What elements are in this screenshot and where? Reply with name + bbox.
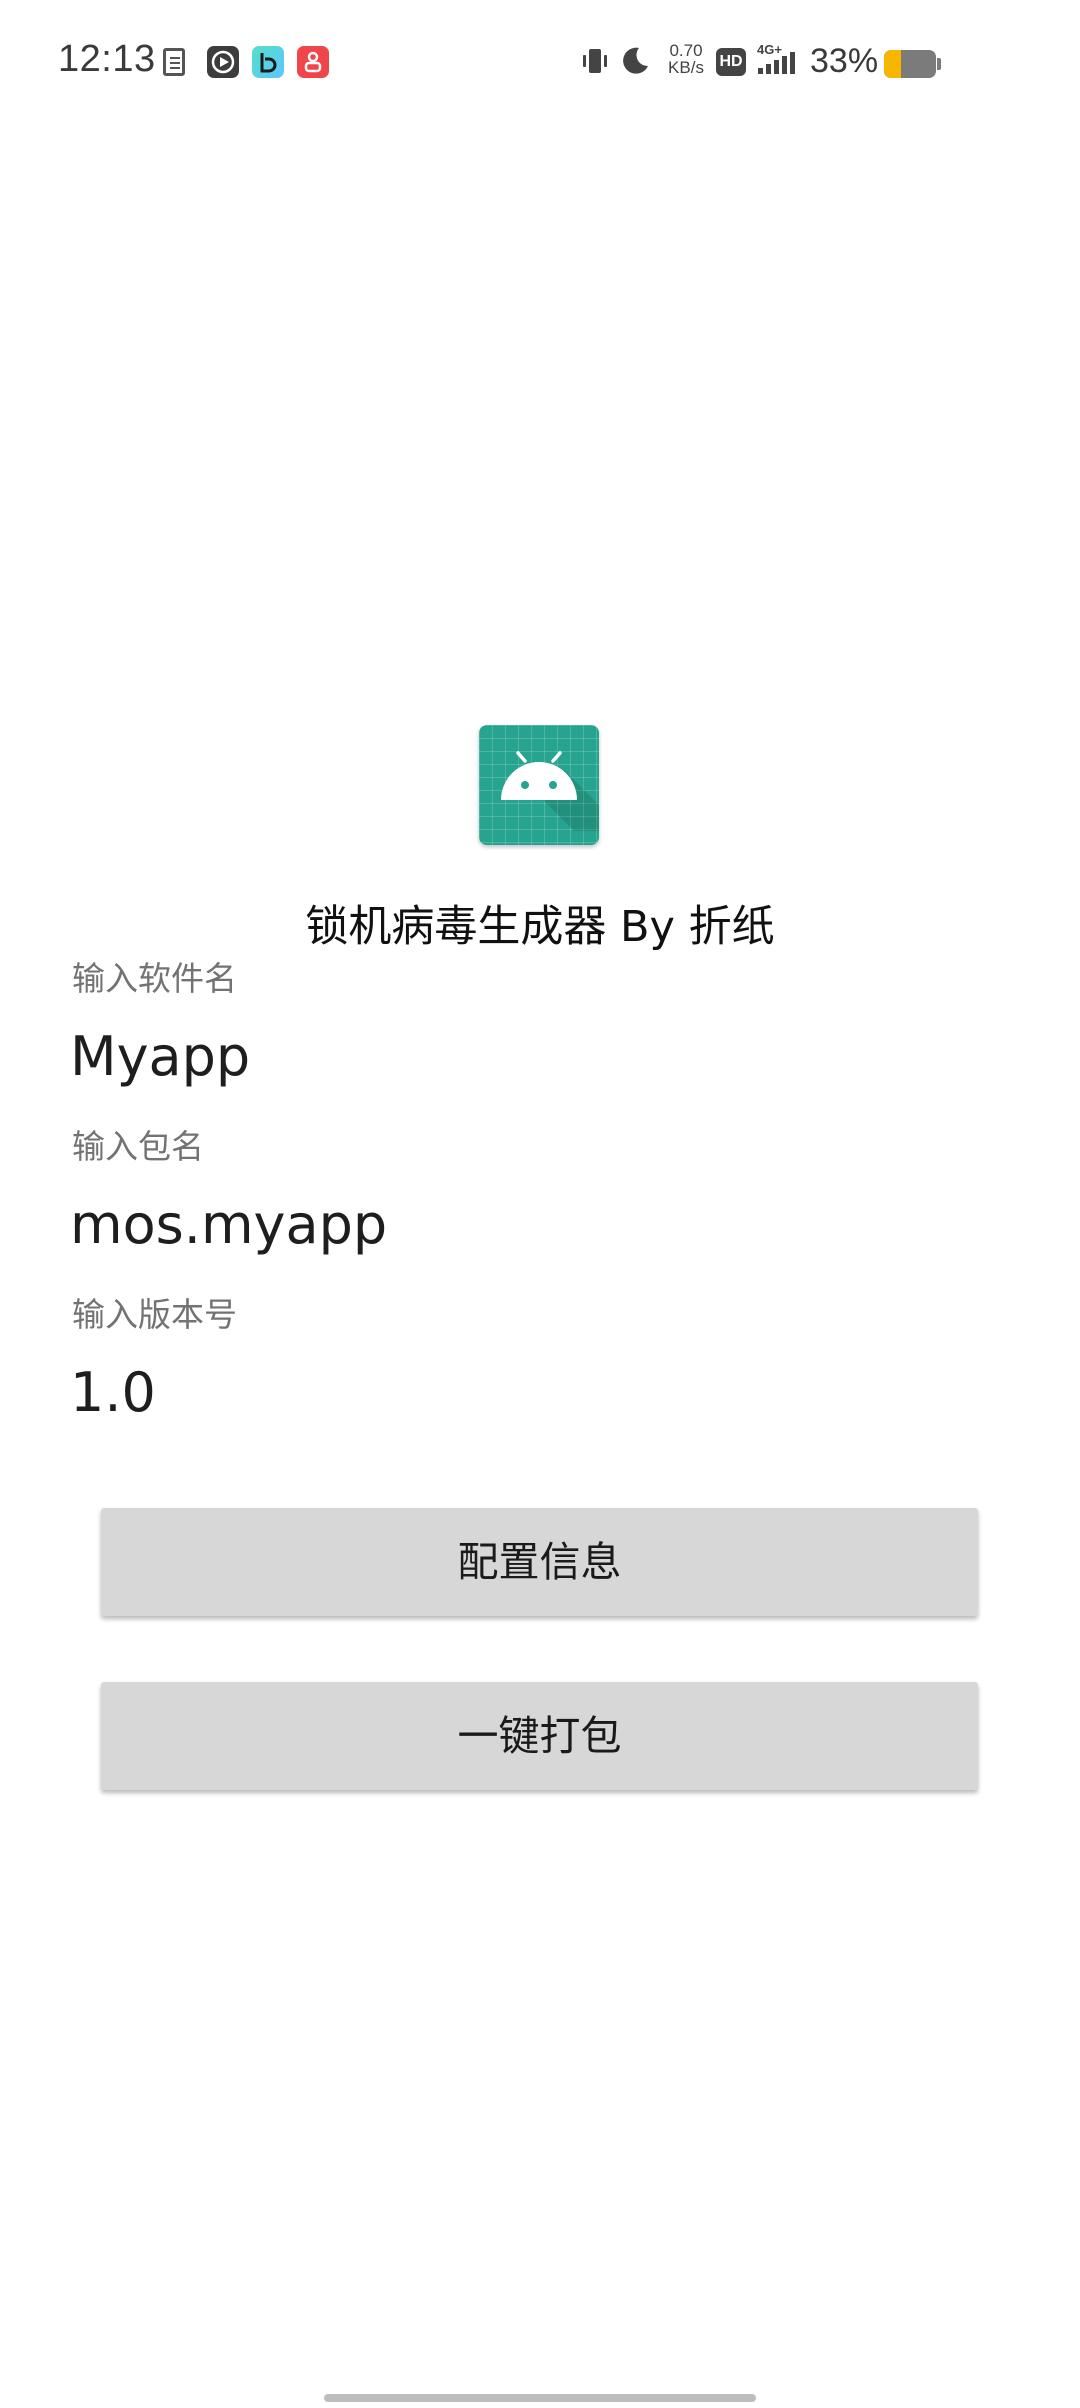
- signal-icon: 4G+: [756, 42, 800, 84]
- battery-icon: [884, 50, 936, 78]
- video-play-icon: [207, 46, 239, 78]
- hd-icon: HD: [716, 48, 746, 76]
- battery-fill: [884, 50, 902, 78]
- package-name-input[interactable]: [70, 1184, 1010, 1264]
- moon-icon: [618, 44, 652, 82]
- version-input[interactable]: [70, 1352, 1010, 1432]
- app-title: 锁机病毒生成器 By 折纸: [305, 902, 775, 952]
- battery-tip: [937, 58, 941, 70]
- vibrate-icon: [578, 44, 612, 82]
- network-type: 4G+: [757, 42, 782, 57]
- version-label: 输入版本号: [72, 1295, 237, 1334]
- bilibili-app-icon: [252, 46, 284, 78]
- status-bar: 12:13 0.70 KB/s HD 4G+ 33%: [0, 0, 1080, 126]
- status-time: 12:13: [58, 38, 156, 80]
- app-name-label: 输入软件名: [72, 959, 237, 998]
- red-app-icon: [297, 46, 329, 78]
- network-speed-unit: KB/s: [668, 58, 704, 77]
- network-speed: 0.70 KB/s: [664, 42, 708, 76]
- one-click-package-button[interactable]: 一键打包: [101, 1682, 978, 1790]
- battery-percent: 33%: [810, 42, 879, 80]
- package-name-label: 输入包名: [72, 1127, 204, 1166]
- app-name-input[interactable]: [70, 1016, 1010, 1096]
- file-icon: [163, 48, 185, 76]
- home-indicator[interactable]: [324, 2394, 756, 2402]
- configure-info-button[interactable]: 配置信息: [101, 1508, 978, 1616]
- android-robot-icon: [479, 725, 599, 845]
- network-speed-value: 0.70: [669, 41, 703, 60]
